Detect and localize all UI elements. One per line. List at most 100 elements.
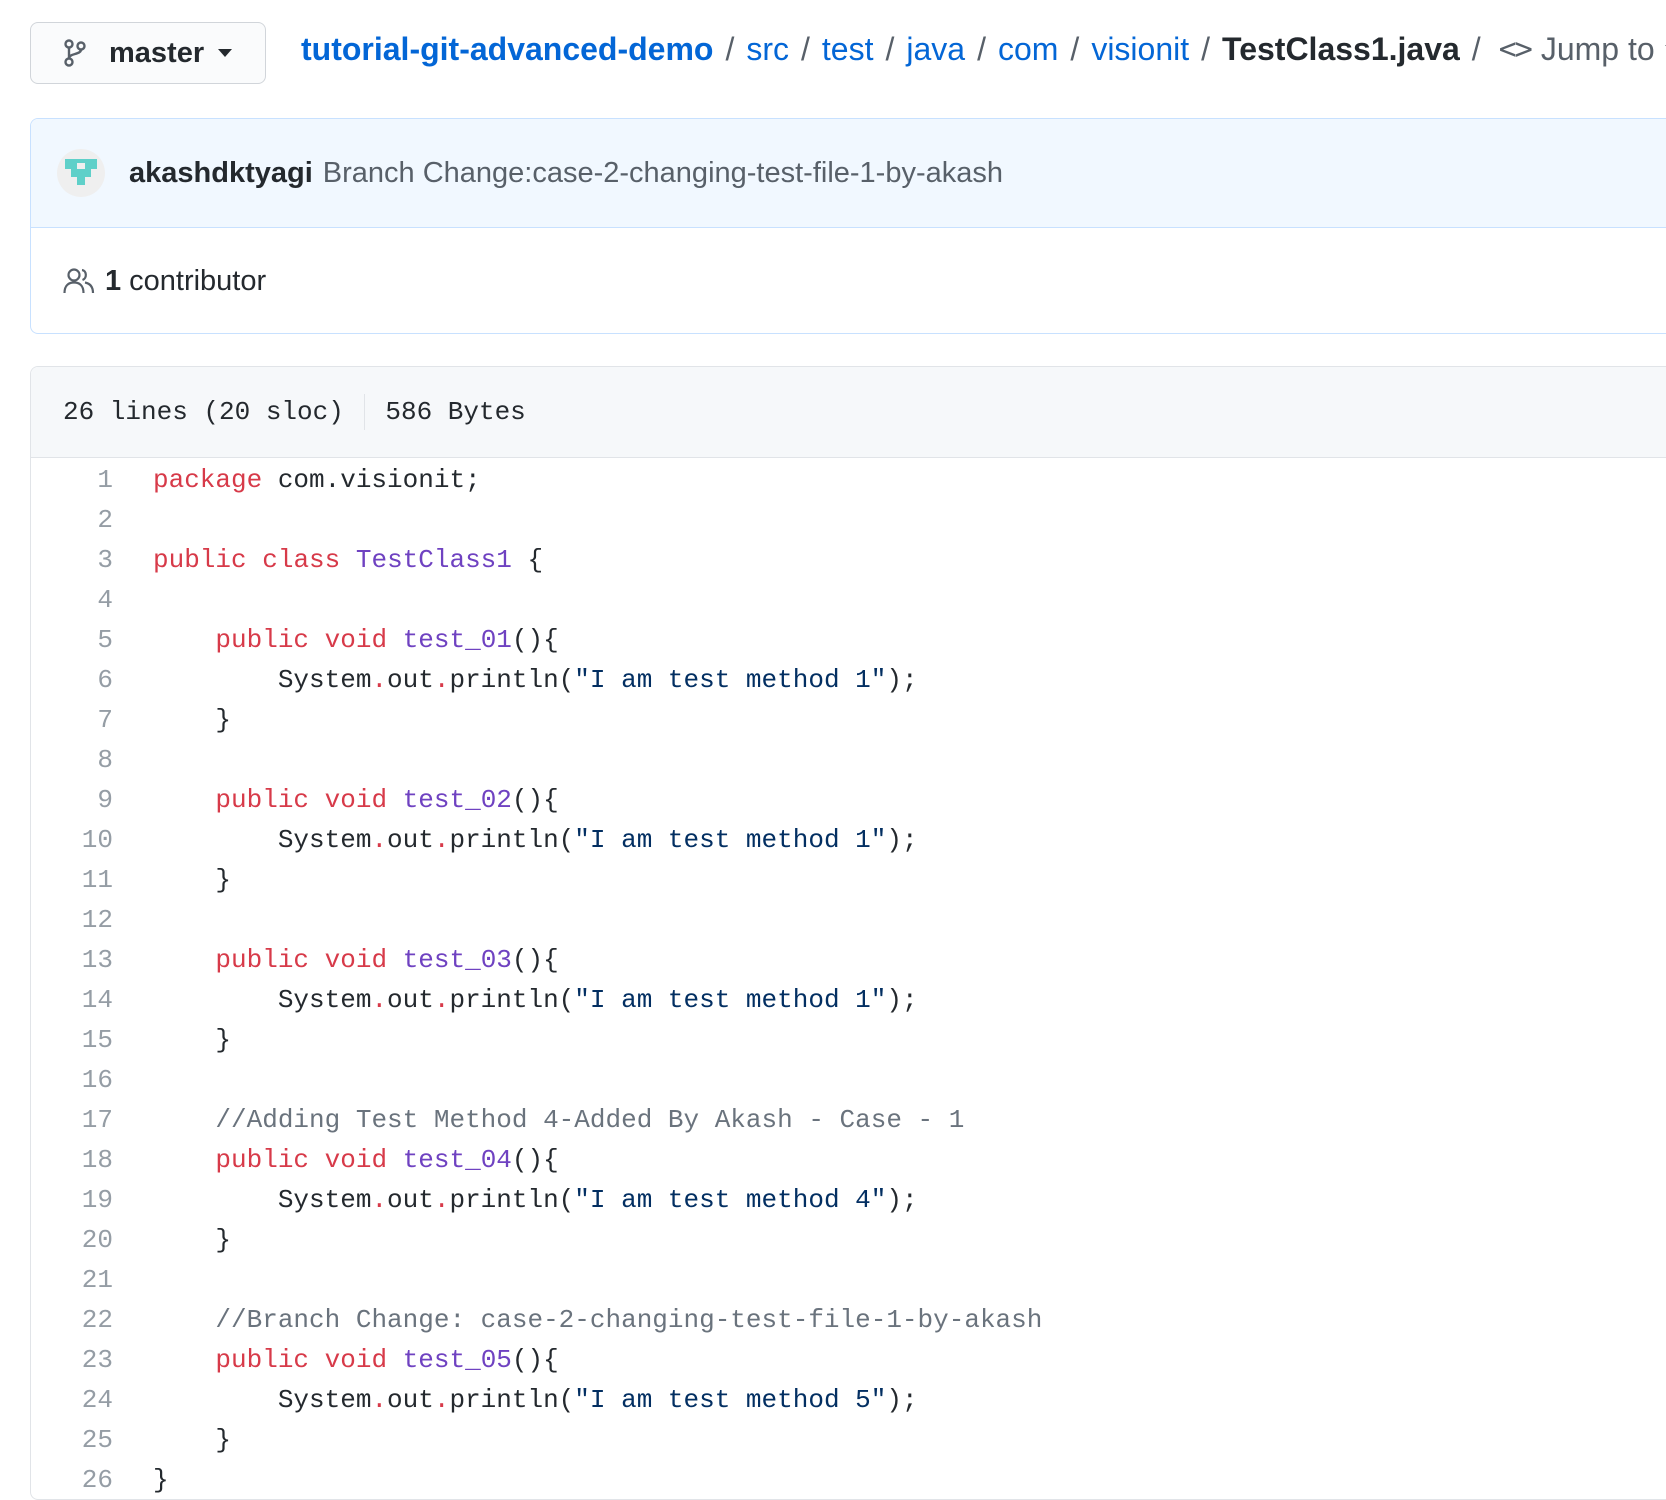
breadcrumb-link-java[interactable]: java bbox=[906, 31, 965, 68]
code-token: test_02 bbox=[402, 785, 512, 815]
code-token: ); bbox=[886, 825, 918, 855]
commit-message-link[interactable]: Branch Change:case-2-changing-test-file-… bbox=[323, 157, 1003, 190]
code-token: . bbox=[433, 1185, 450, 1215]
code-token: . bbox=[433, 825, 450, 855]
code-token: println( bbox=[449, 665, 575, 695]
code-token: { bbox=[511, 545, 544, 575]
code-token: out bbox=[387, 665, 434, 695]
line-number[interactable]: 4 bbox=[31, 585, 113, 615]
code-token: . bbox=[371, 985, 388, 1015]
line-number[interactable]: 18 bbox=[31, 1145, 113, 1175]
avatar[interactable] bbox=[57, 149, 105, 197]
code-icon: <> bbox=[1498, 31, 1533, 67]
code-token: (){ bbox=[511, 1145, 559, 1175]
code-token: . bbox=[433, 985, 450, 1015]
line-number[interactable]: 8 bbox=[31, 745, 113, 775]
line-code: public void test_02(){ bbox=[153, 785, 559, 815]
branch-select-button[interactable]: master bbox=[30, 22, 266, 84]
code-token: com.visionit; bbox=[262, 465, 481, 495]
line-number[interactable]: 2 bbox=[31, 505, 113, 535]
line-number[interactable]: 6 bbox=[31, 665, 113, 695]
people-icon bbox=[63, 266, 97, 296]
line-number[interactable]: 7 bbox=[31, 705, 113, 735]
code-token: "I am test method 4" bbox=[574, 1185, 887, 1215]
line-number[interactable]: 9 bbox=[31, 785, 113, 815]
line-number[interactable]: 17 bbox=[31, 1105, 113, 1135]
line-number[interactable]: 13 bbox=[31, 945, 113, 975]
line-number[interactable]: 16 bbox=[31, 1065, 113, 1095]
code-line: 11 } bbox=[31, 860, 1666, 900]
contributors-row[interactable]: 1 contributor bbox=[31, 228, 1666, 333]
line-code: package com.visionit; bbox=[153, 465, 481, 495]
code-token: TestClass1 bbox=[355, 545, 512, 575]
code-token: public bbox=[215, 785, 310, 815]
code-line: 3 public class TestClass1 { bbox=[31, 540, 1666, 580]
code-token: (){ bbox=[511, 785, 559, 815]
line-number[interactable]: 5 bbox=[31, 625, 113, 655]
commit-author-link[interactable]: akashdktyagi bbox=[129, 157, 313, 190]
breadcrumb-link-visionit[interactable]: visionit bbox=[1091, 31, 1189, 68]
line-number[interactable]: 10 bbox=[31, 825, 113, 855]
git-branch-icon bbox=[63, 38, 93, 68]
code-token: void bbox=[324, 785, 388, 815]
code-token: println( bbox=[449, 985, 575, 1015]
identicon-avatar-icon bbox=[65, 159, 97, 185]
branch-name: master bbox=[109, 36, 205, 69]
code-token: void bbox=[324, 945, 388, 975]
breadcrumb-link-src[interactable]: src bbox=[746, 31, 789, 68]
file-line-count: 26 lines (20 sloc) bbox=[63, 397, 344, 427]
code-token: public bbox=[153, 545, 247, 575]
code-token: } bbox=[153, 1465, 169, 1495]
line-number[interactable]: 15 bbox=[31, 1025, 113, 1055]
line-number[interactable]: 25 bbox=[31, 1425, 113, 1455]
code-line: 7 } bbox=[31, 700, 1666, 740]
commit-header: akashdktyagi Branch Change:case-2-changi… bbox=[31, 119, 1666, 228]
code-line: 17 //Adding Test Method 4-Added By Akash… bbox=[31, 1100, 1666, 1140]
line-number[interactable]: 19 bbox=[31, 1185, 113, 1215]
breadcrumb-separator: / bbox=[1201, 30, 1211, 67]
contributor-label: contributor bbox=[129, 264, 267, 297]
breadcrumb-separator: / bbox=[1471, 30, 1481, 67]
breadcrumb-repo-link[interactable]: tutorial-git-advanced-demo bbox=[301, 31, 713, 68]
code-token: //Branch Change: case-2-changing-test-fi… bbox=[215, 1305, 1043, 1335]
line-number[interactable]: 12 bbox=[31, 905, 113, 935]
line-number[interactable]: 24 bbox=[31, 1385, 113, 1415]
line-code: public void test_04(){ bbox=[153, 1145, 559, 1175]
code-line: 10 System.out.println("I am test method … bbox=[31, 820, 1666, 860]
line-number[interactable]: 22 bbox=[31, 1305, 113, 1335]
line-number[interactable]: 14 bbox=[31, 985, 113, 1015]
code-line: 9 public void test_02(){ bbox=[31, 780, 1666, 820]
line-number[interactable]: 11 bbox=[31, 865, 113, 895]
line-number[interactable]: 20 bbox=[31, 1225, 113, 1255]
line-number[interactable]: 26 bbox=[31, 1465, 113, 1495]
line-number[interactable]: 1 bbox=[31, 465, 113, 495]
code-token: test_01 bbox=[402, 625, 512, 655]
jump-to-button[interactable]: <> Jump to bbox=[1499, 31, 1666, 68]
breadcrumb-link-test[interactable]: test bbox=[822, 31, 874, 68]
code-line: 19 System.out.println("I am test method … bbox=[31, 1180, 1666, 1220]
code-token: test_05 bbox=[402, 1345, 512, 1375]
line-number[interactable]: 21 bbox=[31, 1265, 113, 1295]
code-token: ); bbox=[886, 1185, 918, 1215]
code-token: public bbox=[215, 945, 310, 975]
code-token: "I am test method 1" bbox=[574, 665, 887, 695]
line-number[interactable]: 3 bbox=[31, 545, 113, 575]
code-line: 1 package com.visionit; bbox=[31, 460, 1666, 500]
line-code: } bbox=[153, 1465, 169, 1495]
breadcrumb-link-com[interactable]: com bbox=[998, 31, 1058, 68]
code-token: . bbox=[433, 665, 450, 695]
code-token: out bbox=[387, 1185, 434, 1215]
code-line: 22 //Branch Change: case-2-changing-test… bbox=[31, 1300, 1666, 1340]
line-number[interactable]: 23 bbox=[31, 1345, 113, 1375]
line-code: public void test_01(){ bbox=[153, 625, 558, 655]
